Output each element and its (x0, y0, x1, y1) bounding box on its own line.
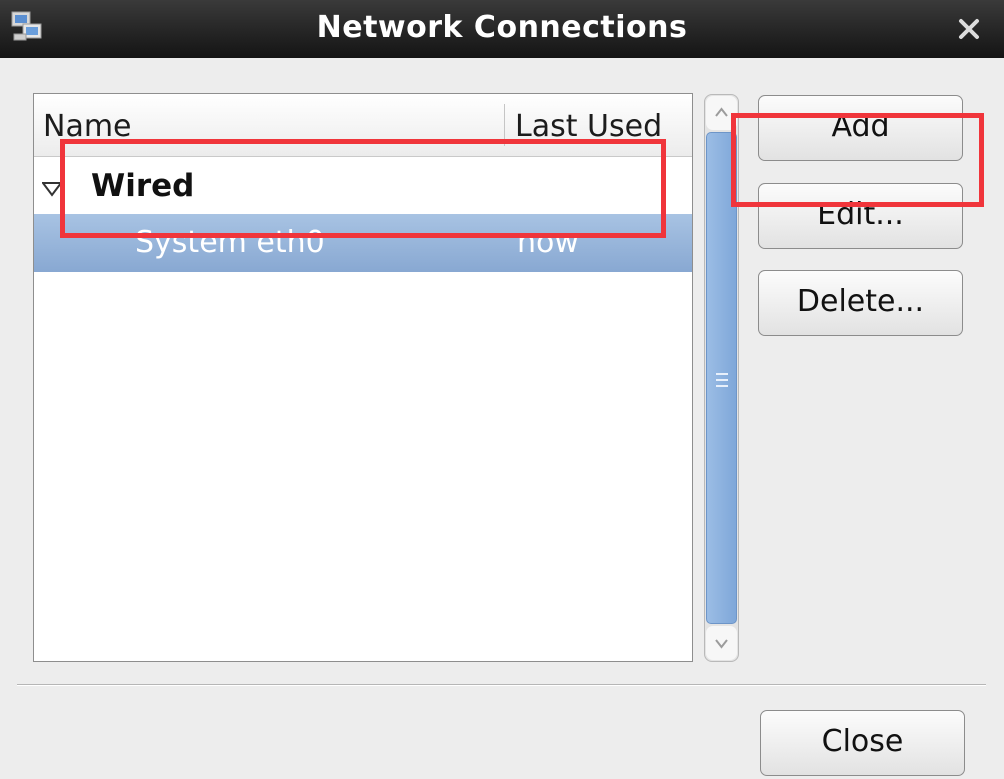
chevron-down-icon (715, 639, 728, 649)
dialog-body: Name Last Used Wired System eth0 now Add… (0, 58, 1004, 779)
edit-button[interactable]: Edit... (758, 183, 963, 249)
group-row-wired[interactable]: Wired (34, 164, 692, 210)
list-header: Name Last Used (34, 94, 692, 157)
title-bar: Network Connections (0, 0, 1004, 58)
grip-icon (716, 373, 728, 387)
group-label: Wired (91, 168, 195, 204)
column-divider (504, 104, 505, 146)
scroll-down-button[interactable] (706, 626, 737, 660)
window-title: Network Connections (316, 10, 688, 45)
delete-button[interactable]: Delete... (758, 270, 963, 336)
close-button[interactable]: Close (760, 710, 965, 776)
connection-row-selected[interactable]: System eth0 now (34, 214, 692, 272)
column-header-name[interactable]: Name (43, 109, 132, 144)
close-icon[interactable] (956, 16, 982, 42)
add-button[interactable]: Add (758, 95, 963, 161)
column-header-last-used[interactable]: Last Used (515, 109, 662, 144)
connection-last-used: now (517, 225, 579, 260)
connection-name: System eth0 (135, 225, 325, 260)
list-scrollbar[interactable] (704, 94, 739, 662)
scroll-up-button[interactable] (706, 96, 737, 130)
separator (17, 684, 986, 686)
chevron-up-icon (715, 107, 728, 117)
scroll-thumb[interactable] (706, 132, 737, 624)
expander-triangle-icon[interactable] (42, 181, 62, 197)
connection-list[interactable]: Name Last Used Wired System eth0 now (33, 93, 693, 662)
